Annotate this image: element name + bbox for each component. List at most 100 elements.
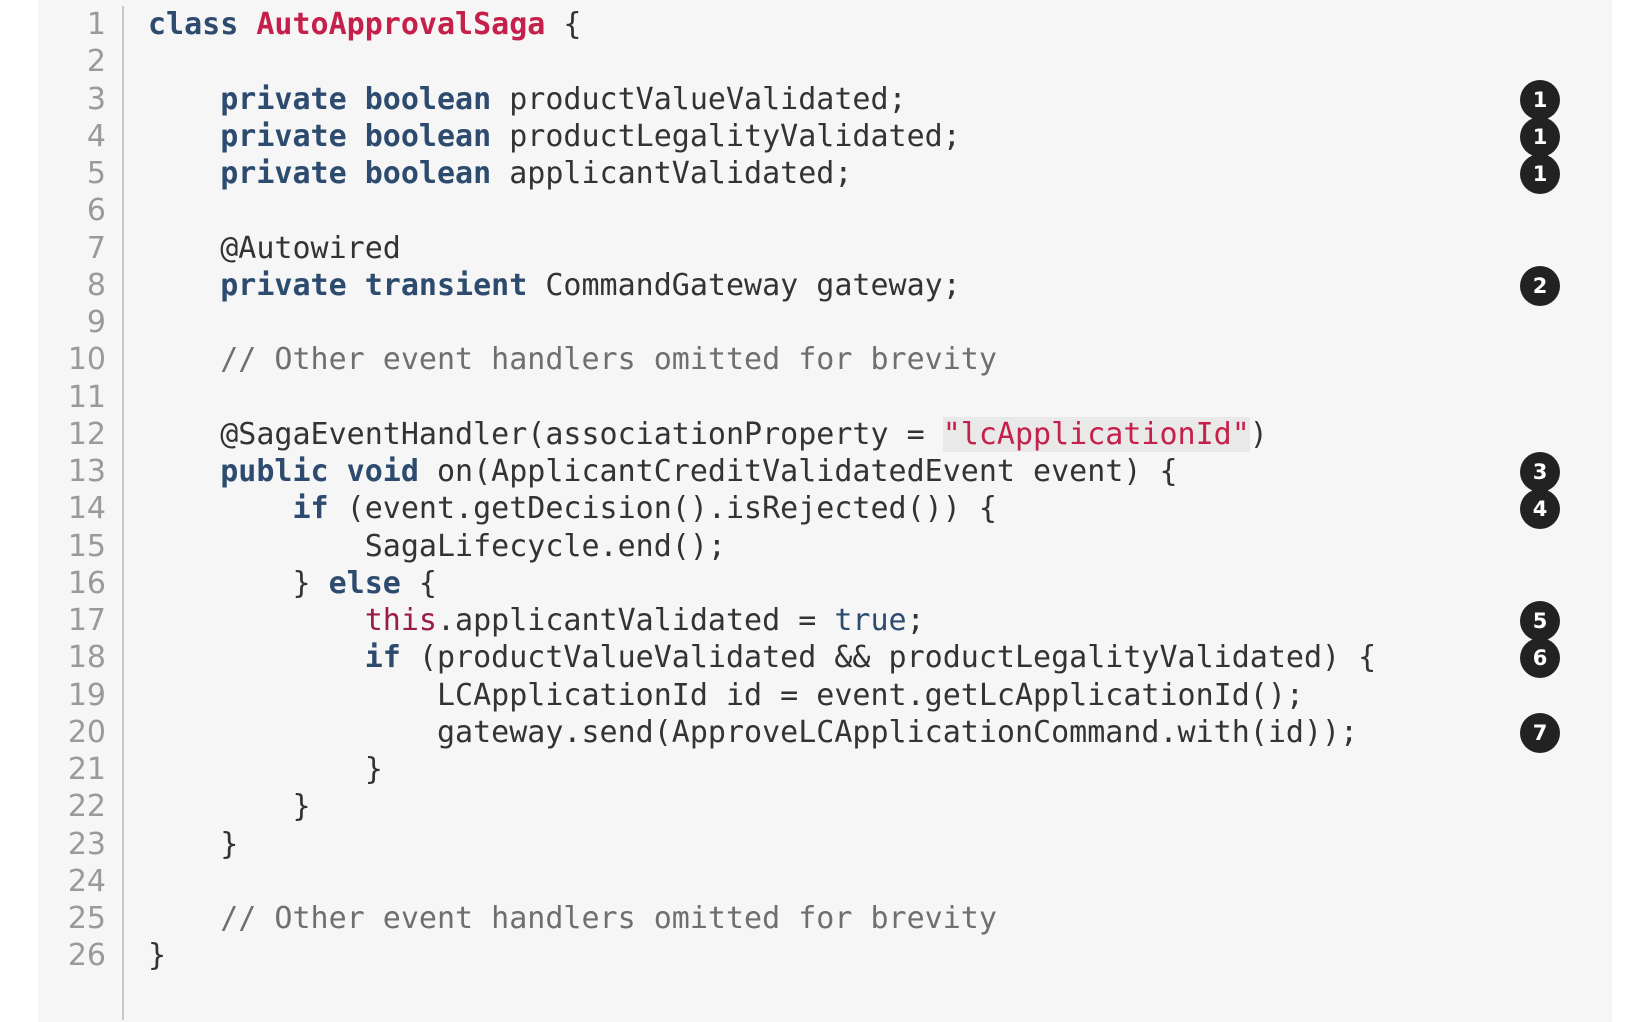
code-token: @SagaEventHandler(associationProperty = — [148, 416, 943, 452]
callout-marker: 1 — [1520, 79, 1560, 120]
line-number: 15 — [67, 528, 106, 564]
line-number: 24 — [67, 863, 106, 899]
code-token: } — [148, 938, 167, 974]
code-line: 7 @Autowired — [38, 230, 1612, 268]
code-line: 24 — [38, 863, 1612, 901]
code-text: } — [148, 937, 166, 975]
code-token: ; — [906, 603, 925, 638]
line-number: 19 — [67, 677, 106, 713]
code-line: 17 this.applicantValidated = true; 5 — [38, 601, 1612, 641]
code-text: } else { — [148, 565, 437, 603]
line-number: 22 — [67, 789, 106, 825]
code-token: productValueValidated; — [491, 81, 907, 117]
code-line: 5 private boolean applicantValidated; 1 — [38, 154, 1612, 194]
code-text: SagaLifecycle.end(); — [148, 528, 726, 566]
code-text: } — [148, 788, 311, 826]
callout-marker: 1 — [1520, 116, 1560, 157]
code-text: private boolean productValueValidated; — [148, 81, 907, 119]
code-line: 20 gateway.send(ApproveLCApplicationComm… — [38, 712, 1612, 753]
code-line: 26} — [38, 937, 1612, 975]
code-text: @Autowired — [148, 230, 401, 268]
code-text: // Other event handlers omitted for brev… — [148, 900, 997, 938]
line-number: 7 — [86, 230, 106, 266]
code-text: LCApplicationId id = event.getLcApplicat… — [148, 677, 1304, 715]
code-line: 16 } else { — [38, 565, 1612, 603]
code-token: CommandGateway gateway; — [527, 267, 961, 303]
code-line: 3 private boolean productValueValidated;… — [38, 79, 1612, 120]
code-token: if — [292, 491, 329, 527]
code-token: private transient — [220, 267, 528, 303]
code-line: 12 @SagaEventHandler(associationProperty… — [38, 416, 1612, 454]
code-line: 13 public void on(ApplicantCreditValidat… — [38, 452, 1612, 492]
code-line: 8 private transient CommandGateway gatew… — [38, 265, 1612, 306]
line-number: 25 — [67, 901, 106, 936]
code-token: private boolean — [220, 118, 492, 154]
code-line: 2 — [38, 43, 1612, 81]
callout-marker: 1 — [1520, 154, 1560, 194]
line-number: 26 — [67, 938, 106, 974]
code-text: this.applicantValidated = true; — [148, 602, 925, 640]
code-text: public void on(ApplicantCreditValidatedE… — [148, 453, 1177, 491]
callout-marker: 6 — [1520, 638, 1560, 679]
line-number: 23 — [67, 826, 106, 862]
code-line: 25 // Other event handlers omitted for b… — [38, 900, 1612, 938]
line-number: 6 — [86, 193, 106, 229]
code-text: @SagaEventHandler(associationProperty = … — [148, 416, 1268, 454]
code-line: 19 LCApplicationId id = event.getLcAppli… — [38, 677, 1612, 715]
code-text: gateway.send(ApproveLCApplicationCommand… — [148, 714, 1358, 752]
code-line: 6 — [38, 192, 1612, 230]
code-token: class — [148, 7, 257, 42]
code-token: (productValueValidated && productLegalit… — [400, 640, 1377, 676]
code-token: "lcApplicationId" — [942, 416, 1250, 452]
code-text: private boolean productLegalityValidated… — [148, 118, 961, 156]
code-text: if (productValueValidated && productLega… — [148, 639, 1376, 677]
code-token: @Autowired — [148, 230, 401, 266]
line-number: 3 — [86, 81, 106, 117]
callout-marker: 2 — [1520, 265, 1560, 306]
code-text: } — [148, 826, 238, 864]
code-token: private boolean — [220, 81, 492, 117]
code-token: } — [148, 752, 383, 787]
code-token: } — [148, 826, 239, 862]
callout-marker: 4 — [1520, 489, 1560, 530]
code-line: 15 SagaLifecycle.end(); — [38, 528, 1612, 566]
code-token: SagaLifecycle.end(); — [148, 528, 726, 564]
line-number: 14 — [67, 491, 106, 527]
line-number: 2 — [86, 44, 106, 80]
code-token: // Other event handlers omitted for brev… — [220, 901, 997, 936]
line-number: 21 — [67, 752, 106, 787]
line-number: 4 — [86, 118, 106, 154]
code-token: AutoApprovalSaga — [256, 7, 546, 42]
code-text: private boolean applicantValidated; — [148, 155, 852, 193]
line-number: 12 — [67, 416, 106, 452]
callout-marker: 3 — [1520, 452, 1560, 492]
line-number: 17 — [67, 603, 106, 638]
code-token: .applicantValidated = — [437, 603, 835, 638]
code-token: { — [400, 565, 437, 601]
code-token: true — [834, 603, 907, 638]
line-number: 20 — [67, 714, 106, 750]
code-token: this — [364, 603, 437, 638]
code-token: { — [545, 7, 582, 42]
line-number: 13 — [67, 454, 106, 489]
code-text: if (event.getDecision().isRejected()) { — [148, 490, 997, 528]
code-line: 23 } — [38, 826, 1612, 864]
line-number: 5 — [86, 156, 106, 191]
line-number: 11 — [67, 379, 106, 415]
code-token: applicantValidated; — [491, 156, 853, 191]
code-token: } — [148, 789, 311, 825]
line-number: 16 — [67, 565, 106, 601]
code-line: 10 // Other event handlers omitted for b… — [38, 341, 1612, 379]
code-token: LCApplicationId id = event.getLcApplicat… — [148, 677, 1304, 713]
code-line: 11 — [38, 379, 1612, 417]
code-line: 4 private boolean productLegalityValidat… — [38, 116, 1612, 157]
line-number: 18 — [67, 640, 106, 676]
